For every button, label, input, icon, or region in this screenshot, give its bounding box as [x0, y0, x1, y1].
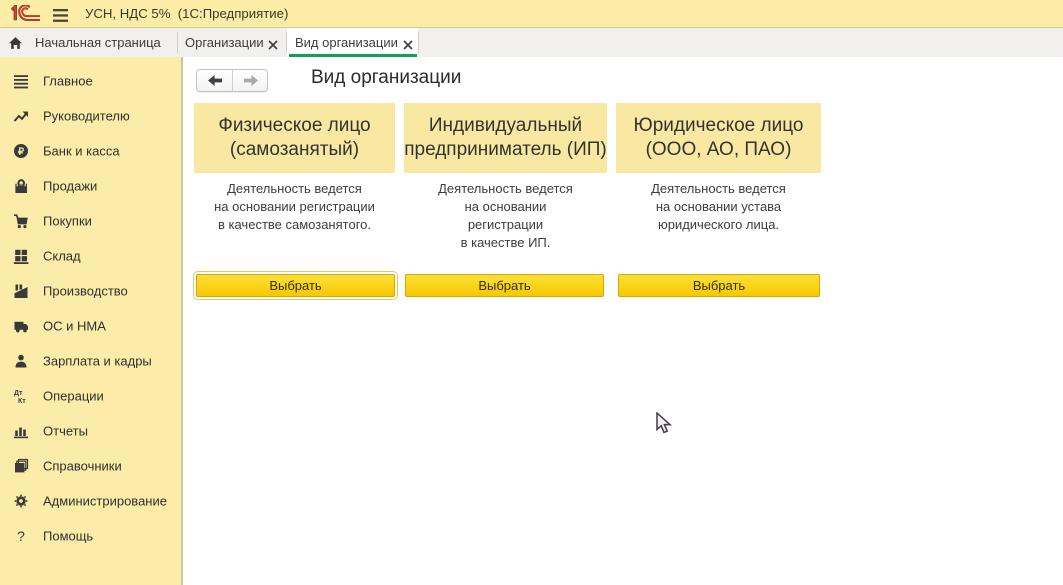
svg-text:Кт: Кт: [18, 398, 26, 404]
svg-text:Дт: Дт: [14, 390, 23, 397]
svg-text:₽: ₽: [18, 146, 25, 157]
svg-text:?: ?: [17, 528, 25, 544]
